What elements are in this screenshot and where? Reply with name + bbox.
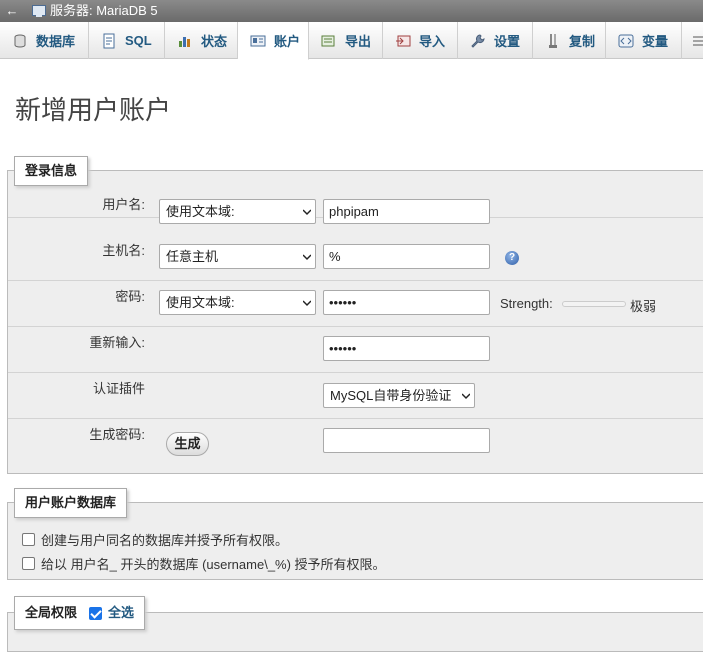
tab-import[interactable]: 导入: [383, 22, 458, 59]
sql-icon: [101, 33, 117, 49]
wrench-icon: [470, 33, 486, 49]
import-icon: [395, 33, 411, 49]
tab-more[interactable]: [682, 22, 703, 59]
tab-label: 数据库: [36, 34, 76, 49]
auth-plugin-select[interactable]: MySQL自带身份验证: [323, 383, 475, 408]
chevron-down-icon: [303, 254, 311, 261]
select-all-label: 全选: [108, 605, 135, 620]
chevron-down-icon: [303, 209, 311, 216]
server-icon: [32, 5, 46, 17]
username-row: 用户名: 使用文本域: phpipam: [8, 171, 703, 224]
global-privileges-title: 全局权限: [25, 605, 78, 620]
grant-wildcard-label: 给以 用户名_ 开头的数据库 (username\_%) 授予所有权限。: [41, 557, 386, 572]
auth-plugin-row: 认证插件 MySQL自带身份验证: [8, 373, 703, 419]
tab-settings[interactable]: 设置: [458, 22, 533, 59]
database-icon: [12, 33, 28, 49]
tab-label: 导入: [419, 34, 446, 49]
username-type-select[interactable]: 使用文本域:: [159, 199, 316, 224]
retype-row: 重新输入: ••••••: [8, 327, 703, 373]
username-input[interactable]: phpipam: [323, 199, 490, 224]
hostname-label: 主机名:: [102, 243, 145, 258]
tab-label: 变量: [642, 34, 669, 49]
retype-label: 重新输入:: [89, 335, 145, 350]
help-icon[interactable]: ?: [505, 251, 519, 265]
server-breadcrumb-bar: ← 服务器: MariaDB 5: [0, 0, 703, 22]
server-title[interactable]: 服务器: MariaDB 5: [50, 0, 158, 22]
tab-export[interactable]: 导出: [309, 22, 383, 59]
username-type-value: 使用文本域:: [166, 204, 235, 219]
password-type-select[interactable]: 使用文本域:: [159, 290, 316, 315]
password-row: 密码: 使用文本域: •••••• Strength: 极弱: [8, 281, 703, 327]
username-label: 用户名:: [102, 197, 145, 212]
page-title: 新增用户账户: [15, 95, 172, 125]
tab-label: 设置: [494, 34, 521, 49]
login-info-fieldset: 用户名: 使用文本域: phpipam 主机名: 任意主机 % ? 密码: 使用…: [7, 170, 703, 474]
select-all-control[interactable]: 全选: [89, 597, 134, 629]
status-icon: [177, 33, 193, 49]
users-icon: [250, 33, 266, 49]
tab-replication[interactable]: 复制: [533, 22, 606, 59]
hostname-type-select[interactable]: 任意主机: [159, 244, 316, 269]
tab-user-accounts[interactable]: 账户: [238, 22, 309, 60]
tab-sql[interactable]: SQL: [89, 22, 165, 59]
tab-label: 状态: [201, 34, 228, 49]
password-type-value: 使用文本域:: [166, 295, 235, 310]
create-db-label: 创建与用户同名的数据库并授予所有权限。: [41, 533, 289, 548]
more-icon: [693, 33, 703, 49]
strength-text: 极弱: [630, 299, 657, 314]
generate-password-row: 生成密码: 生成: [8, 419, 703, 475]
create-db-checkbox[interactable]: [22, 533, 35, 546]
generate-password-button[interactable]: 生成: [166, 432, 209, 456]
strength-label: Strength:: [500, 296, 553, 311]
tab-label: 账户: [274, 34, 301, 49]
password-label: 密码:: [115, 289, 145, 304]
global-privileges-legend: 全局权限 全选: [14, 596, 146, 630]
grant-wildcard-option[interactable]: 给以 用户名_ 开头的数据库 (username\_%) 授予所有权限。: [22, 554, 386, 573]
hostname-input[interactable]: %: [323, 244, 490, 269]
replication-icon: [545, 33, 561, 49]
hostname-row: 主机名: 任意主机 % ?: [8, 235, 703, 281]
generate-label: 生成密码:: [89, 427, 145, 442]
tab-label: 导出: [345, 34, 372, 49]
create-db-option[interactable]: 创建与用户同名的数据库并授予所有权限。: [22, 530, 288, 549]
grant-wildcard-checkbox[interactable]: [22, 557, 35, 570]
chevron-down-icon: [462, 393, 470, 400]
retype-password-input[interactable]: ••••••: [323, 336, 490, 361]
export-icon: [321, 33, 337, 49]
main-tabs: 数据库 SQL 状态 账户 导出 导入 设置 复制 变量: [0, 22, 703, 60]
back-arrow-icon[interactable]: ←: [3, 0, 21, 22]
tab-databases[interactable]: 数据库: [0, 22, 89, 59]
chevron-down-icon: [303, 300, 311, 307]
tab-status[interactable]: 状态: [165, 22, 238, 59]
auth-plugin-label: 认证插件: [92, 381, 145, 396]
select-all-checkbox[interactable]: [89, 606, 103, 620]
variables-icon: [618, 33, 634, 49]
auth-plugin-value: MySQL自带身份验证: [330, 388, 452, 403]
password-input[interactable]: ••••••: [323, 290, 490, 315]
user-database-legend: 用户账户数据库: [14, 488, 128, 518]
generated-password-input[interactable]: [323, 428, 490, 453]
tab-label: 复制: [569, 34, 596, 49]
tab-label: SQL: [125, 33, 152, 48]
tab-variables[interactable]: 变量: [606, 22, 682, 59]
login-info-legend: 登录信息: [14, 156, 89, 186]
password-strength-meter: [562, 301, 626, 307]
hostname-type-value: 任意主机: [166, 249, 219, 264]
